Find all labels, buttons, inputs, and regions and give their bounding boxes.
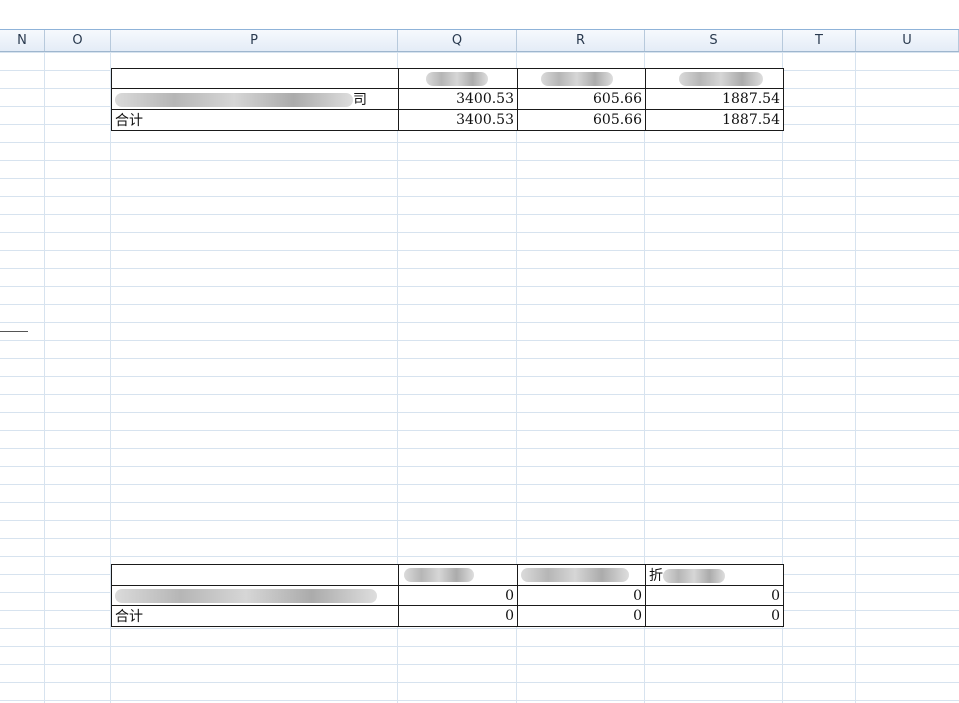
table-row: 0 0 0 (111, 585, 784, 606)
header-cell-r[interactable] (517, 564, 646, 586)
redacted-text (426, 71, 488, 86)
header-cell-q[interactable] (398, 68, 518, 89)
column-header-q[interactable]: Q (398, 30, 517, 51)
grid-line (0, 556, 959, 557)
redacted-text (521, 568, 629, 582)
total-cell[interactable]: 1887.54 (645, 109, 784, 131)
total-label-cell[interactable]: 合计 (111, 109, 399, 131)
company-name-tail: 司 (353, 92, 367, 108)
grid-line (44, 52, 45, 703)
grid-line (0, 502, 959, 503)
grid-line (0, 682, 959, 683)
value-cell[interactable]: 605.66 (517, 88, 646, 110)
grid-line (0, 52, 959, 53)
header-cell-q[interactable] (398, 564, 518, 586)
grid-line (0, 700, 959, 701)
grid-line (0, 376, 959, 377)
redacted-text (679, 71, 763, 86)
header-cell-r[interactable] (517, 68, 646, 89)
table-row: 司 3400.53 605.66 1887.54 (111, 88, 784, 110)
selection-marker (0, 331, 28, 332)
total-cell[interactable]: 3400.53 (398, 109, 518, 131)
grid-line (0, 232, 959, 233)
value-cell[interactable]: 0 (645, 585, 784, 606)
value-cell[interactable]: 0 (398, 585, 518, 606)
grid-line (0, 412, 959, 413)
grid-line (0, 628, 959, 629)
column-header-u[interactable]: U (856, 30, 959, 51)
table-row: 合计 3400.53 605.66 1887.54 (111, 109, 784, 131)
table-row (111, 68, 784, 89)
grid-line (0, 448, 959, 449)
grid-line (0, 178, 959, 179)
total-cell[interactable]: 0 (398, 605, 518, 627)
column-header-o[interactable]: O (45, 30, 111, 51)
grid-line (0, 160, 959, 161)
value-cell[interactable]: 3400.53 (398, 88, 518, 110)
company-name-cell[interactable]: 司 (111, 88, 399, 110)
header-cell-s[interactable]: 折 (645, 564, 784, 586)
column-header-s[interactable]: S (645, 30, 783, 51)
grid-line (0, 142, 959, 143)
grid-line (0, 304, 959, 305)
value-cell[interactable]: 1887.54 (645, 88, 784, 110)
redacted-text (663, 569, 725, 583)
formula-bar-area (0, 0, 959, 30)
grid-line (0, 322, 959, 323)
value-cell[interactable]: 0 (517, 585, 646, 606)
grid-line (0, 466, 959, 467)
redacted-text (541, 71, 613, 86)
grid-line (0, 394, 959, 395)
grid-line (0, 340, 959, 341)
grid-line (0, 250, 959, 251)
header-cell-s[interactable] (645, 68, 784, 89)
grid-line (0, 286, 959, 287)
header-prefix: 折 (649, 568, 663, 584)
grid-line (0, 214, 959, 215)
column-header-bar: N O P Q R S T U (0, 30, 959, 52)
redacted-text (404, 568, 474, 582)
summary-table-1: 司 3400.53 605.66 1887.54 合计 3400.53 605.… (111, 68, 784, 131)
column-header-n[interactable]: N (0, 30, 45, 51)
summary-table-2: 折 0 0 0 合计 0 0 0 (111, 564, 784, 627)
column-header-t[interactable]: T (783, 30, 856, 51)
header-cell-label[interactable] (111, 564, 399, 586)
company-name-cell[interactable] (111, 585, 399, 606)
grid-line (0, 358, 959, 359)
grid-line (0, 430, 959, 431)
grid-line (0, 520, 959, 521)
table-row: 折 (111, 564, 784, 586)
grid-line (0, 646, 959, 647)
grid-line (0, 268, 959, 269)
table-row: 合计 0 0 0 (111, 605, 784, 627)
total-cell[interactable]: 605.66 (517, 109, 646, 131)
column-header-p[interactable]: P (111, 30, 398, 51)
column-header-r[interactable]: R (517, 30, 645, 51)
grid-line (0, 538, 959, 539)
redacted-text (115, 93, 353, 107)
grid-line (855, 52, 856, 703)
total-label-cell[interactable]: 合计 (111, 605, 399, 627)
grid-line (0, 664, 959, 665)
grid-line (0, 484, 959, 485)
redacted-text (115, 588, 377, 603)
grid-line (0, 196, 959, 197)
header-cell-label[interactable] (111, 68, 399, 89)
total-cell[interactable]: 0 (645, 605, 784, 627)
total-cell[interactable]: 0 (517, 605, 646, 627)
